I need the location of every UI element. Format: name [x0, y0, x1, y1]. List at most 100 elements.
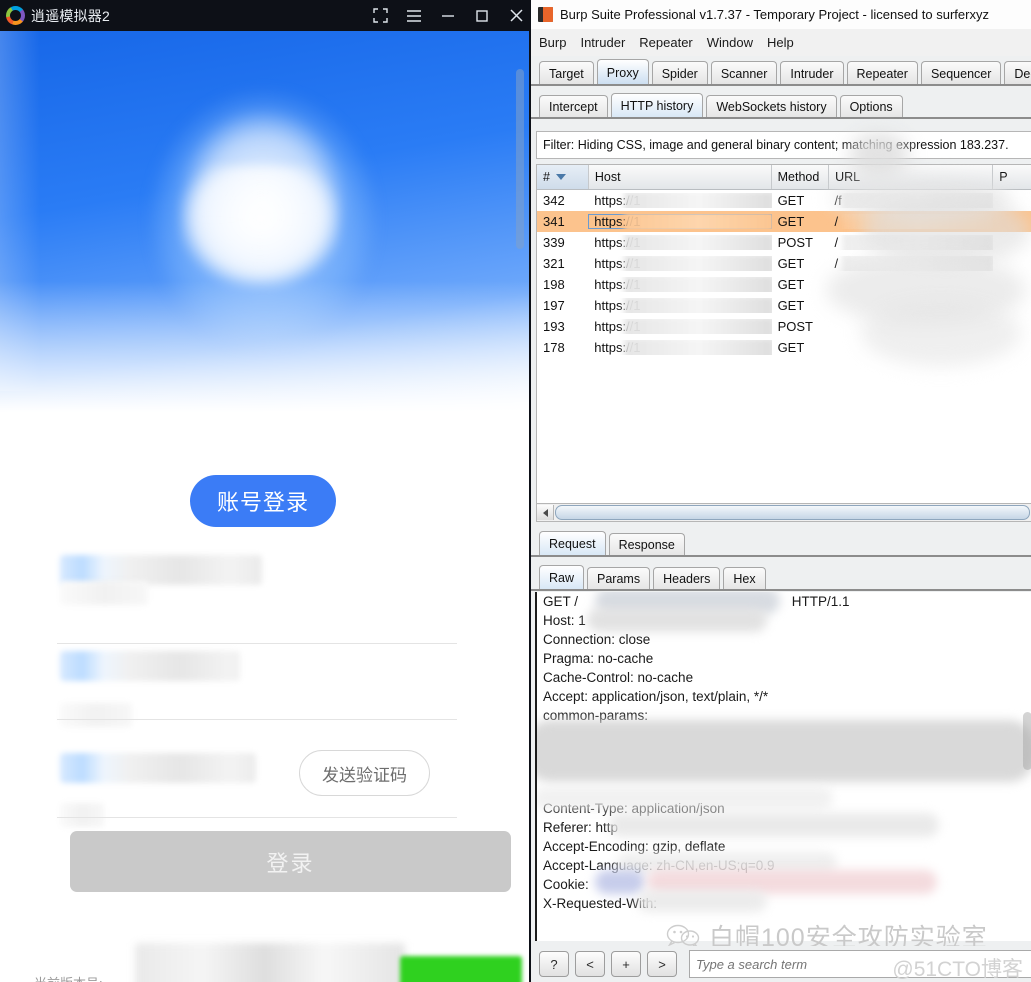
- redacted-host: [624, 256, 772, 271]
- version-label: 当前版本号:: [34, 973, 103, 982]
- header-text: Referer: http: [543, 820, 619, 835]
- tab-params[interactable]: Params: [587, 567, 651, 591]
- subtab-intercept[interactable]: Intercept: [539, 95, 608, 119]
- prev-button[interactable]: <: [575, 951, 605, 977]
- table-row[interactable]: 198 https://1 GET: [537, 274, 1031, 295]
- close-icon[interactable]: [507, 7, 525, 25]
- tab-intruder[interactable]: Intruder: [780, 61, 844, 86]
- request-scrollbar-thumb[interactable]: [1023, 712, 1031, 770]
- request-line: GET / HTTP/1.1: [537, 592, 1031, 614]
- tab-rule: [531, 84, 1031, 86]
- tab-sequencer[interactable]: Sequencer: [920, 61, 1002, 86]
- cell-number: 342: [543, 193, 565, 208]
- cell-method: GET: [777, 298, 805, 313]
- fullscreen-icon[interactable]: [371, 7, 389, 25]
- tab-hex[interactable]: Hex: [723, 567, 766, 591]
- table-row[interactable]: 321 https://1 GET /: [537, 253, 1031, 274]
- tab-scanner[interactable]: Scanner: [710, 61, 778, 86]
- next-button[interactable]: >: [647, 951, 677, 977]
- cell-url: /: [828, 256, 993, 271]
- field-underline: [57, 817, 457, 818]
- url-text: /: [834, 214, 839, 229]
- column-header-params[interactable]: P: [993, 165, 1031, 189]
- table-row[interactable]: 339 https://1 POST /: [537, 232, 1031, 253]
- menu-intruder[interactable]: Intruder: [580, 35, 625, 50]
- menu-icon[interactable]: [405, 7, 423, 25]
- column-header-method[interactable]: Method: [772, 165, 830, 189]
- cell-number: 341: [543, 214, 565, 229]
- help-button[interactable]: ?: [539, 951, 569, 977]
- login-button[interactable]: 登录: [70, 831, 511, 892]
- table-row[interactable]: 197 https://1 GET: [537, 295, 1031, 316]
- request-raw-viewer[interactable]: GET / HTTP/1.1 Host: 1 Connection: close…: [535, 592, 1031, 941]
- table-row[interactable]: 193 https://1 POST: [537, 316, 1031, 337]
- filter-bar[interactable]: Filter: Hiding CSS, image and general bi…: [536, 131, 1031, 159]
- tab-spider[interactable]: Spider: [651, 61, 708, 86]
- add-button[interactable]: +: [611, 951, 641, 977]
- cell-method: GET: [777, 214, 805, 229]
- emulator-logo-icon: [6, 6, 25, 25]
- sort-descending-icon: [555, 174, 566, 180]
- table-row[interactable]: 342 https://1 GET /f: [537, 190, 1031, 211]
- subtab-http-history[interactable]: HTTP history: [610, 93, 704, 119]
- header-x-requested-with: X-Requested-With:: [537, 890, 1031, 913]
- redacted-url: [842, 256, 993, 271]
- tab-target[interactable]: Target: [539, 61, 594, 86]
- tab-request[interactable]: Request: [539, 531, 606, 557]
- cell-number: 339: [543, 235, 565, 250]
- menu-window[interactable]: Window: [707, 35, 753, 50]
- view-tabs: Raw Params Headers Hex: [531, 563, 1031, 591]
- cell-method: GET: [777, 340, 805, 355]
- cell-host: https://1: [588, 214, 772, 229]
- redacted-host: [624, 277, 772, 292]
- menu-repeater[interactable]: Repeater: [639, 35, 692, 50]
- menu-help[interactable]: Help: [767, 35, 794, 50]
- request-vertical-scrollbar[interactable]: [1021, 592, 1031, 941]
- url-text: /f: [834, 193, 842, 208]
- table-row[interactable]: 341 https://1 GET /: [537, 211, 1031, 232]
- account-login-button[interactable]: 账号登录: [190, 475, 336, 527]
- emulator-scrollbar[interactable]: [514, 69, 526, 569]
- cell-url: /f: [828, 193, 993, 208]
- send-verification-code-button[interactable]: 发送验证码: [299, 750, 430, 796]
- view-tab-rule: [531, 589, 1031, 591]
- cell-host: https://1: [588, 256, 772, 271]
- redacted-hint: [60, 703, 132, 727]
- column-header-url[interactable]: URL: [829, 165, 994, 189]
- maximize-icon[interactable]: [473, 7, 491, 25]
- scroll-left-icon[interactable]: [537, 505, 554, 520]
- url-text: /: [834, 235, 839, 250]
- table-row[interactable]: 178 https://1 GET: [537, 337, 1031, 358]
- subtab-options[interactable]: Options: [839, 95, 903, 119]
- column-header-host[interactable]: Host: [589, 165, 772, 189]
- scrollbar-thumb[interactable]: [555, 505, 1030, 520]
- redacted-params-block: [537, 720, 1031, 782]
- cell-host: https://1: [588, 235, 772, 250]
- redacted-url: [842, 235, 993, 250]
- tab-repeater[interactable]: Repeater: [846, 61, 918, 86]
- tab-decoder[interactable]: Decoder: [1004, 61, 1031, 86]
- version-highlight-marker: [400, 956, 522, 982]
- header-host: Host: 1: [537, 608, 1031, 632]
- table-horizontal-scrollbar[interactable]: [536, 503, 1031, 522]
- emulator-scrollbar-thumb[interactable]: [516, 69, 524, 249]
- search-input[interactable]: [689, 950, 1031, 978]
- emulator-title: 逍遥模拟器2: [31, 7, 110, 24]
- header-cookie: Cookie:: [537, 870, 1031, 894]
- header-text: Content-Type: application/json: [543, 801, 725, 816]
- menu-burp[interactable]: Burp: [539, 35, 566, 50]
- redacted-version-value: [135, 943, 405, 982]
- cell-url: /: [828, 235, 993, 250]
- tab-raw[interactable]: Raw: [539, 565, 585, 591]
- subtab-rule: [531, 117, 1031, 119]
- column-header-number[interactable]: #: [537, 165, 589, 189]
- tab-response[interactable]: Response: [608, 533, 685, 557]
- tab-proxy[interactable]: Proxy: [596, 59, 649, 86]
- minimize-icon[interactable]: [439, 7, 457, 25]
- tab-headers[interactable]: Headers: [653, 567, 721, 591]
- header-referer: Referer: http: [537, 813, 1031, 837]
- bottom-toolbar: ? < + >: [531, 946, 1031, 982]
- redacted-hint: [60, 803, 104, 827]
- subtab-websockets-history[interactable]: WebSockets history: [706, 95, 837, 119]
- header-text: Accept-Language: zh-CN,en-US;q=0.9: [543, 858, 775, 873]
